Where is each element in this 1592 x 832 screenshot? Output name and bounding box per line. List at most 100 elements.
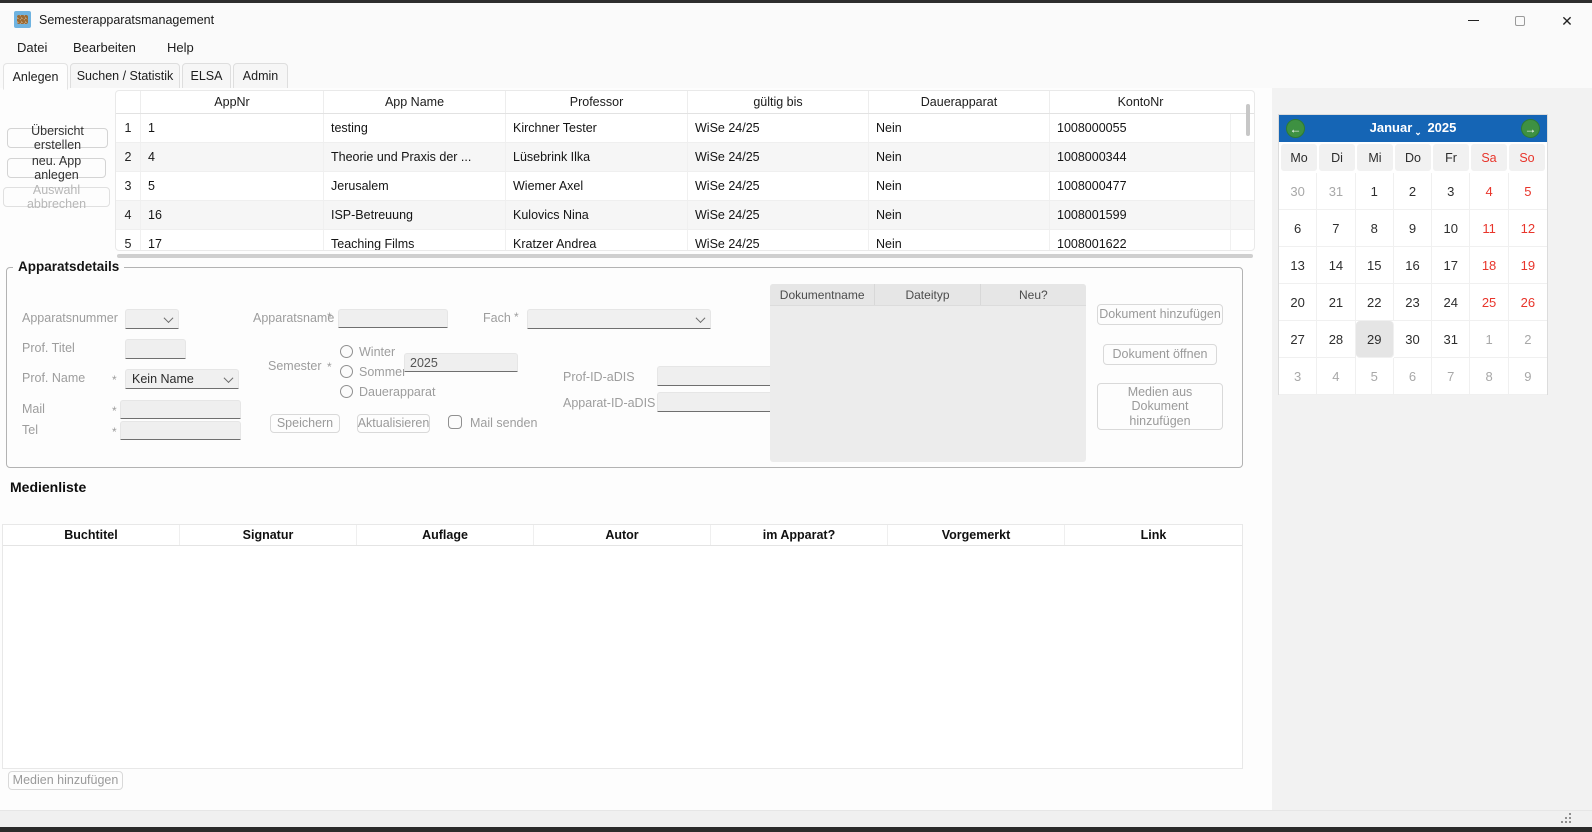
table-row[interactable]: 11testingKirchner TesterWiSe 24/25Nein10… xyxy=(116,114,1254,143)
prof-id-adis-input[interactable] xyxy=(657,366,774,386)
apparatsnummer-combobox[interactable] xyxy=(125,309,179,329)
winter-radio[interactable] xyxy=(340,345,353,358)
calendar-day[interactable]: 31 xyxy=(1432,321,1470,358)
calendar-day[interactable]: 10 xyxy=(1432,210,1470,247)
auswahl-abbrechen-button[interactable]: Auswahl abbrechen xyxy=(3,187,110,207)
apparat-table-column-header[interactable]: KontoNr xyxy=(1050,91,1231,113)
calendar-day[interactable]: 9 xyxy=(1394,210,1432,247)
dauerapparat-radio[interactable] xyxy=(340,385,353,398)
apparat-table-column-header[interactable]: gültig bis xyxy=(688,91,869,113)
medien-aus-dokument-button[interactable]: Medien aus Dokument hinzufügen xyxy=(1097,383,1223,430)
tel-input[interactable] xyxy=(120,421,241,440)
calendar-day[interactable]: 1 xyxy=(1356,173,1394,210)
maximize-button[interactable] xyxy=(1497,6,1543,35)
neue-app-anlegen-button[interactable]: neu. App anlegen xyxy=(7,158,106,178)
minimize-button[interactable] xyxy=(1450,6,1496,35)
calendar-day[interactable]: 9 xyxy=(1509,358,1547,395)
calendar-day[interactable]: 19 xyxy=(1509,247,1547,284)
mail-senden-checkbox[interactable] xyxy=(448,415,462,429)
calendar-day[interactable]: 18 xyxy=(1470,247,1508,284)
table-row[interactable]: 517Teaching FilmsKratzer AndreaWiSe 24/2… xyxy=(116,230,1254,251)
calendar-day[interactable]: 4 xyxy=(1317,358,1355,395)
apparat-table-column-header[interactable]: AppNr xyxy=(141,91,324,113)
calendar-next-button[interactable]: → xyxy=(1521,119,1540,138)
apparat-id-adis-input[interactable] xyxy=(657,392,774,412)
close-button[interactable]: ✕ xyxy=(1544,6,1590,35)
calendar-day[interactable]: 20 xyxy=(1279,284,1317,321)
table-row[interactable]: 35JerusalemWiemer AxelWiSe 24/25Nein1008… xyxy=(116,172,1254,201)
table-cell: Nein xyxy=(869,172,1050,200)
dokument-hinzufuegen-button[interactable]: Dokument hinzufügen xyxy=(1097,304,1223,325)
table-row[interactable]: 24Theorie und Praxis der ...Lüsebrink Il… xyxy=(116,143,1254,172)
chevron-down-icon xyxy=(224,373,234,383)
speichern-button[interactable]: Speichern xyxy=(270,414,340,433)
calendar-day[interactable]: 24 xyxy=(1432,284,1470,321)
calendar-day[interactable]: 25 xyxy=(1470,284,1508,321)
calendar-day[interactable]: 17 xyxy=(1432,247,1470,284)
mail-input[interactable] xyxy=(120,400,241,419)
apparat-table-horizontal-scrollbar[interactable] xyxy=(117,254,1253,258)
calendar-day[interactable]: 31 xyxy=(1317,173,1355,210)
dokument-oeffnen-button[interactable]: Dokument öffnen xyxy=(1103,344,1217,365)
calendar-day[interactable]: 22 xyxy=(1356,284,1394,321)
aktualisieren-button[interactable]: Aktualisieren xyxy=(357,414,430,433)
calendar-day[interactable]: 8 xyxy=(1356,210,1394,247)
table-cell: 1008001622 xyxy=(1050,230,1231,251)
calendar-day[interactable]: 7 xyxy=(1317,210,1355,247)
apparat-table-column-header[interactable]: Dauerapparat xyxy=(869,91,1050,113)
menu-item-datei[interactable]: Datei xyxy=(13,38,51,57)
calendar-day[interactable]: 4 xyxy=(1470,173,1508,210)
uebersicht-erstellen-button[interactable]: Übersicht erstellen xyxy=(7,128,108,148)
calendar-day[interactable]: 16 xyxy=(1394,247,1432,284)
resize-grip[interactable] xyxy=(1561,821,1563,823)
tab-suchen-statistik[interactable]: Suchen / Statistik xyxy=(70,63,180,89)
calendar-prev-button[interactable]: ← xyxy=(1286,119,1305,138)
calendar-day[interactable]: 13 xyxy=(1279,247,1317,284)
calendar-day[interactable]: 3 xyxy=(1279,358,1317,395)
calendar-day[interactable]: 6 xyxy=(1394,358,1432,395)
menubar: Datei Bearbeiten Help xyxy=(0,32,1592,61)
calendar-day[interactable]: 3 xyxy=(1432,173,1470,210)
tab-admin[interactable]: Admin xyxy=(233,63,288,89)
calendar-day[interactable]: 29 xyxy=(1356,321,1394,358)
calendar-day[interactable]: 2 xyxy=(1394,173,1432,210)
sommer-radio[interactable] xyxy=(340,365,353,378)
menu-item-bearbeiten[interactable]: Bearbeiten xyxy=(69,38,140,57)
calendar-day[interactable]: 5 xyxy=(1356,358,1394,395)
calendar-day[interactable]: 30 xyxy=(1394,321,1432,358)
calendar-day[interactable]: 15 xyxy=(1356,247,1394,284)
calendar-day[interactable]: 5 xyxy=(1509,173,1547,210)
table-cell: Jerusalem xyxy=(324,172,506,200)
calendar-day[interactable]: 12 xyxy=(1509,210,1547,247)
calendar-day[interactable]: 1 xyxy=(1470,321,1508,358)
fach-combobox[interactable] xyxy=(527,309,711,329)
medienliste-column-header: Auflage xyxy=(357,525,534,545)
apparat-table-column-header[interactable]: Professor xyxy=(506,91,688,113)
calendar-day[interactable]: 30 xyxy=(1279,173,1317,210)
prof-titel-input[interactable] xyxy=(125,339,186,359)
calendar-day[interactable]: 2 xyxy=(1509,321,1547,358)
semester-year-input[interactable] xyxy=(404,353,518,372)
calendar-day[interactable]: 11 xyxy=(1470,210,1508,247)
dokument-column-header: Dateityp xyxy=(875,284,980,305)
calendar-day[interactable]: 8 xyxy=(1470,358,1508,395)
calendar-day[interactable]: 28 xyxy=(1317,321,1355,358)
calendar-title[interactable]: Januar⌄ 2025 xyxy=(1279,120,1547,138)
calendar-day[interactable]: 7 xyxy=(1432,358,1470,395)
prof-name-combobox[interactable]: Kein Name xyxy=(125,369,239,389)
calendar-day[interactable]: 26 xyxy=(1509,284,1547,321)
calendar-day[interactable]: 14 xyxy=(1317,247,1355,284)
table-row[interactable]: 416ISP-BetreuungKulovics NinaWiSe 24/25N… xyxy=(116,201,1254,230)
calendar-day[interactable]: 27 xyxy=(1279,321,1317,358)
medien-hinzufuegen-button[interactable]: Medien hinzufügen xyxy=(8,771,123,790)
menu-item-help[interactable]: Help xyxy=(163,38,198,57)
tab-elsa[interactable]: ELSA xyxy=(182,63,231,89)
calendar-day[interactable]: 6 xyxy=(1279,210,1317,247)
table-cell: 1008000477 xyxy=(1050,172,1231,200)
apparat-table-column-header[interactable]: App Name xyxy=(324,91,506,113)
apparatsname-input[interactable] xyxy=(338,309,448,328)
calendar-day[interactable]: 23 xyxy=(1394,284,1432,321)
calendar-day[interactable]: 21 xyxy=(1317,284,1355,321)
apparat-table-vertical-scrollbar[interactable] xyxy=(1246,104,1250,136)
tab-anlegen[interactable]: Anlegen xyxy=(3,63,68,90)
